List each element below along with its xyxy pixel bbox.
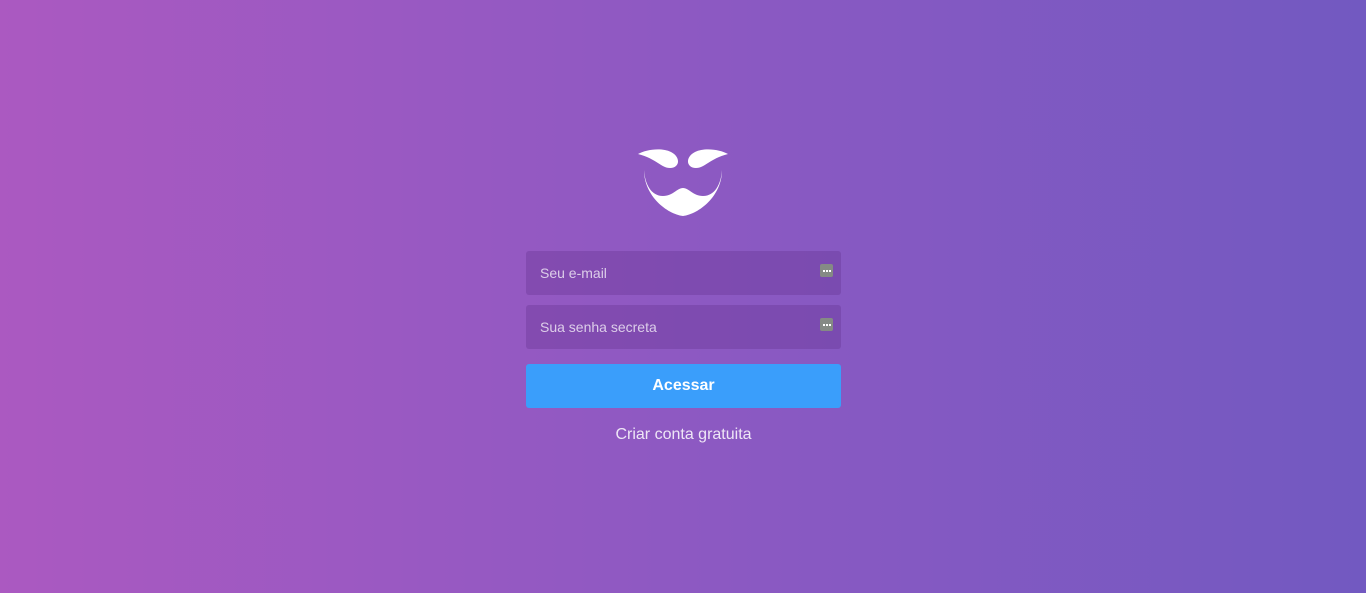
login-form: Acessar Criar conta gratuita (526, 251, 841, 444)
password-manager-icon[interactable] (820, 264, 833, 277)
login-button[interactable]: Acessar (526, 364, 841, 408)
password-field-wrapper (526, 305, 841, 349)
email-field[interactable] (526, 251, 841, 295)
email-field-wrapper (526, 251, 841, 295)
password-field[interactable] (526, 305, 841, 349)
create-account-link[interactable]: Criar conta gratuita (526, 426, 841, 444)
mustache-beard-icon (638, 149, 728, 216)
password-manager-icon[interactable] (820, 318, 833, 331)
